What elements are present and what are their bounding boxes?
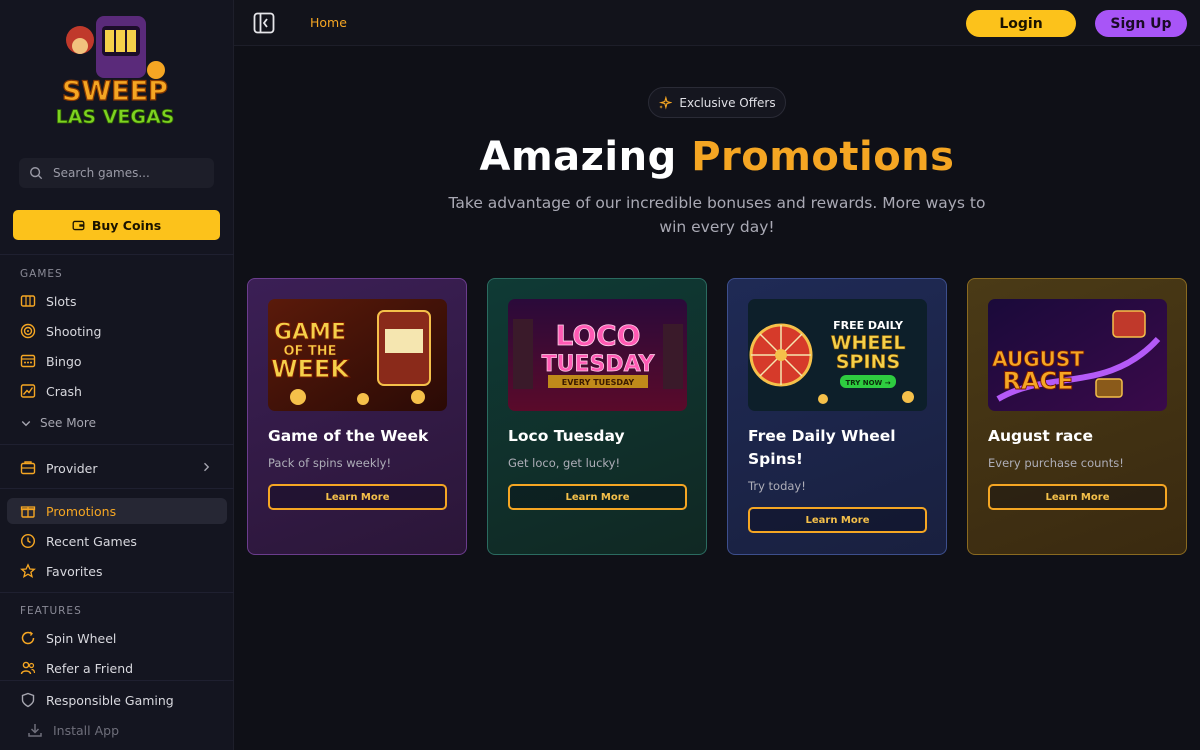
wallet-icon	[72, 220, 85, 230]
promo-title: Free Daily Wheel Spins!	[748, 427, 896, 468]
svg-text:RACE: RACE	[1002, 367, 1073, 395]
sidebar-item-shooting[interactable]: Shooting	[20, 320, 101, 342]
breadcrumb-home[interactable]: Home	[310, 15, 347, 30]
promo-image-game-of-the-week: GAME OF THE WEEK	[268, 299, 447, 411]
promo-description: Get loco, get lucky!	[508, 456, 621, 470]
crash-chart-icon	[20, 384, 36, 398]
svg-text:WEEK: WEEK	[271, 355, 350, 383]
sidebar-item-label: Spin Wheel	[46, 630, 117, 646]
divider	[0, 444, 234, 445]
install-app-label: Install App	[53, 722, 120, 738]
login-button[interactable]: Login	[966, 10, 1076, 37]
sidebar-item-provider[interactable]: Provider	[20, 457, 97, 479]
sidebar-item-recent-games[interactable]: Recent Games	[20, 530, 137, 552]
svg-text:TUESDAY: TUESDAY	[542, 352, 656, 377]
download-icon	[28, 724, 42, 737]
promo-card-august-race[interactable]: AUGUST RACE August race Every purchase c…	[967, 278, 1187, 555]
top-header: Home Login Sign Up	[234, 0, 1200, 46]
divider	[0, 592, 234, 593]
sidebar-item-promotions[interactable]: Promotions	[7, 498, 227, 524]
promo-card-free-daily-wheel-spins[interactable]: FREE DAILY WHEEL SPINS TRY NOW → Free Da…	[727, 278, 947, 555]
learn-more-button[interactable]: Learn More	[508, 484, 687, 510]
target-icon	[20, 323, 36, 339]
main-content: Exclusive Offers Amazing Promotions Take…	[234, 46, 1200, 750]
page-subtitle: Take advantage of our incredible bonuses…	[448, 194, 986, 236]
page-title: Amazing Promotions	[234, 134, 1200, 180]
see-more-toggle[interactable]: See More	[20, 412, 96, 434]
svg-text:SWEEP: SWEEP	[62, 76, 168, 107]
search-icon	[30, 167, 43, 180]
promo-description: Try today!	[748, 479, 806, 493]
install-app-button[interactable]: Install App	[27, 719, 119, 741]
promo-card-loco-tuesday[interactable]: LOCO TUESDAY EVERY TUESDAY Loco Tuesday …	[487, 278, 707, 555]
see-more-label: See More	[40, 416, 96, 430]
divider	[0, 488, 234, 489]
bingo-card-icon	[20, 354, 36, 368]
svg-text:SPINS: SPINS	[836, 351, 900, 373]
svg-text:TRY NOW →: TRY NOW →	[845, 379, 890, 387]
sidebar-item-label: Slots	[46, 293, 77, 309]
slot-machine-icon	[20, 295, 36, 307]
svg-text:FREE DAILY: FREE DAILY	[833, 319, 904, 332]
divider	[0, 680, 234, 681]
sidebar-item-favorites[interactable]: Favorites	[20, 560, 102, 582]
sidebar-item-label: Favorites	[46, 563, 103, 579]
promo-card-game-of-the-week[interactable]: GAME OF THE WEEK Game of the Week Pack o…	[247, 278, 467, 555]
sidebar-toggle-icon[interactable]	[253, 12, 275, 34]
sidebar-item-label: Promotions	[46, 503, 117, 519]
learn-more-button[interactable]: Learn More	[268, 484, 447, 510]
sidebar-item-label: Responsible Gaming	[46, 692, 174, 708]
promo-title: Loco Tuesday	[508, 427, 625, 445]
promo-title: Game of the Week	[268, 427, 429, 445]
users-icon	[20, 661, 36, 675]
spin-wheel-icon	[21, 631, 35, 645]
promo-description: Pack of spins weekly!	[268, 456, 392, 470]
divider	[0, 254, 234, 255]
sidebar-item-label: Recent Games	[46, 533, 137, 549]
learn-more-button[interactable]: Learn More	[988, 484, 1167, 510]
sidebar: SWEEP LAS VEGAS Search games... Buy Coin…	[0, 0, 234, 750]
sidebar-item-bingo[interactable]: Bingo	[20, 350, 82, 372]
chevron-right-icon[interactable]	[200, 461, 212, 473]
sidebar-item-label: Crash	[46, 383, 82, 399]
promo-image-loco-tuesday: LOCO TUESDAY EVERY TUESDAY	[508, 299, 687, 411]
promo-image-free-daily-wheel-spins: FREE DAILY WHEEL SPINS TRY NOW →	[748, 299, 927, 411]
features-section-title: FEATURES	[20, 605, 82, 617]
promo-image-august-race: AUGUST RACE	[988, 299, 1167, 411]
search-placeholder: Search games...	[53, 166, 150, 180]
svg-text:GAME: GAME	[274, 320, 346, 345]
sidebar-item-spin-wheel[interactable]: Spin Wheel	[20, 627, 116, 649]
page-title-accent: Promotions	[691, 134, 955, 180]
sidebar-item-label: Refer a Friend	[46, 660, 134, 676]
chevron-down-icon	[21, 421, 31, 427]
exclusive-offers-badge: Exclusive Offers	[648, 87, 786, 118]
signup-button[interactable]: Sign Up	[1095, 10, 1187, 37]
badge-label: Exclusive Offers	[679, 95, 776, 110]
svg-text:LAS VEGAS: LAS VEGAS	[56, 106, 174, 128]
svg-text:LOCO: LOCO	[556, 319, 641, 352]
svg-text:EVERY TUESDAY: EVERY TUESDAY	[562, 378, 635, 387]
page-title-white: Amazing	[479, 134, 677, 180]
sidebar-item-label: Bingo	[46, 353, 82, 369]
sidebar-item-slots[interactable]: Slots	[20, 290, 76, 312]
star-icon	[20, 563, 36, 578]
buy-coins-label: Buy Coins	[91, 217, 162, 233]
provider-icon	[20, 461, 36, 475]
search-input[interactable]: Search games...	[19, 158, 214, 188]
gift-icon	[20, 506, 36, 518]
games-section-title: GAMES	[20, 268, 63, 280]
learn-more-button[interactable]: Learn More	[748, 507, 927, 533]
sidebar-item-crash[interactable]: Crash	[20, 380, 82, 402]
clock-icon	[20, 533, 36, 549]
sweep-las-vegas-logo[interactable]: SWEEP LAS VEGAS	[56, 10, 174, 130]
promo-title: August race	[988, 427, 1093, 445]
sidebar-item-refer-a-friend[interactable]: Refer a Friend	[20, 657, 133, 679]
sidebar-item-label: Provider	[46, 460, 98, 476]
sparkles-icon	[659, 95, 673, 109]
shield-icon	[21, 692, 35, 708]
buy-coins-button[interactable]: Buy Coins	[13, 210, 220, 240]
promo-description: Every purchase counts!	[988, 456, 1124, 470]
sidebar-item-responsible-gaming[interactable]: Responsible Gaming	[20, 689, 174, 711]
sidebar-item-label: Shooting	[46, 323, 102, 339]
